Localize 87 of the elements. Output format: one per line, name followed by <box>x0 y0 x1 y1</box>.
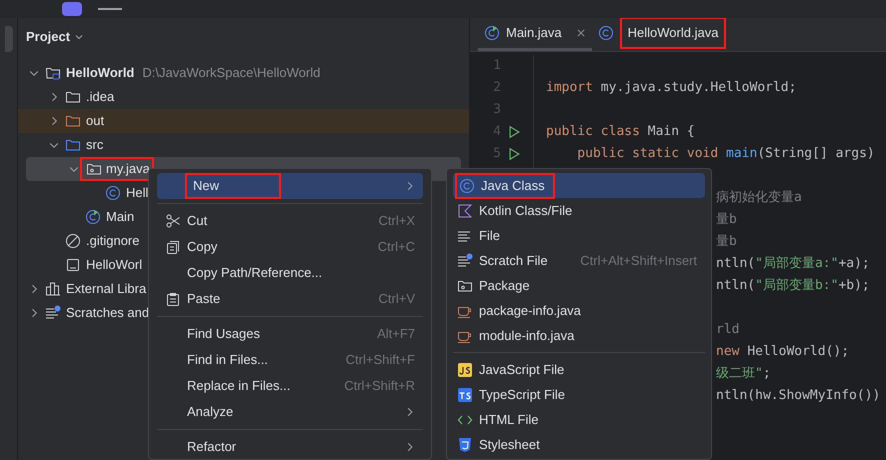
ignore-file-icon <box>65 233 81 249</box>
panel-title[interactable]: Project <box>26 27 70 47</box>
library-icon <box>45 281 61 297</box>
code-line: public static void main(String[] args) <box>576 145 875 164</box>
tree-item-label[interactable]: src <box>86 135 104 155</box>
menu-item[interactable]: Refactor <box>157 434 423 459</box>
code-line: ntln("局部变量a:"+a); <box>716 255 870 274</box>
module-folder-icon <box>45 65 61 81</box>
folder-icon <box>65 137 81 153</box>
code-line: new HelloWorld(); <box>716 343 850 362</box>
menu-item[interactable]: Analyze <box>157 399 423 425</box>
tree-item-label[interactable]: Scratches and <box>66 303 150 323</box>
highlight-box: HelloWorld.java <box>620 18 726 49</box>
shortcut-label: Alt+F7 <box>377 325 415 344</box>
menu-item[interactable]: Paste Ctrl+V <box>157 286 423 312</box>
tab-label: Main.java <box>506 24 562 42</box>
kotlin-icon <box>457 202 473 218</box>
menu-item[interactable]: Stylesheet <box>453 432 705 457</box>
menu-item[interactable]: JavaScript File <box>453 357 705 382</box>
menu-item[interactable]: Replace in Files... Ctrl+Shift+R <box>157 373 423 399</box>
tree-row[interactable]: out <box>18 109 469 133</box>
css-file-icon <box>457 436 473 452</box>
code-line: ntln("局部变量b:"+b); <box>716 277 870 296</box>
logo-icon <box>62 2 82 16</box>
code-comment: rld <box>716 321 740 340</box>
scissors-icon <box>165 213 181 229</box>
menu-item[interactable]: HTML File <box>453 407 705 432</box>
shortcut-label: Ctrl+X <box>378 212 415 230</box>
tree-item-label[interactable]: out <box>86 111 104 131</box>
js-file-icon <box>457 362 473 378</box>
chevron-down-icon[interactable] <box>74 32 84 42</box>
copy-icon <box>165 239 181 255</box>
tree-item-label[interactable]: my.java <box>106 159 150 179</box>
code-line: import my.java.study.HelloWorld; <box>546 79 796 98</box>
menu-item[interactable]: File <box>453 223 705 248</box>
menu-item[interactable]: Find Usages Alt+F7 <box>157 321 423 347</box>
shortcut-label: Ctrl+V <box>378 290 415 308</box>
menu-item[interactable]: TypeScript File <box>453 382 705 407</box>
tree-item-label[interactable]: Hell <box>126 183 148 203</box>
scratch-lines-icon <box>45 305 61 321</box>
shortcut-label: Ctrl+Shift+F <box>346 351 415 370</box>
tree-item-label[interactable]: .gitignore <box>86 231 140 251</box>
menu-item[interactable]: Cut Ctrl+X <box>157 208 423 234</box>
menu-item[interactable]: New <box>157 173 423 199</box>
close-icon[interactable] <box>576 28 586 38</box>
shortcut-label: Ctrl+Alt+Shift+Insert <box>580 252 697 270</box>
menu-item[interactable]: Java Class <box>453 173 705 198</box>
class-icon <box>598 25 614 41</box>
tree-item-label[interactable]: Main <box>106 207 134 227</box>
path-label: D:\JavaWorkSpace\HelloWorld <box>142 64 320 82</box>
clipboard-icon <box>165 291 181 307</box>
code-line: public class Main { <box>546 123 695 142</box>
package-icon <box>86 161 102 177</box>
menu-item[interactable]: Scratch File Ctrl+Alt+Shift+Insert <box>453 248 705 273</box>
highlight-box: New <box>185 173 282 199</box>
menu-item[interactable]: Kotlin Class/File <box>453 198 705 223</box>
scratch-lines-icon <box>457 252 473 268</box>
class-icon <box>105 185 121 201</box>
code-line: 级二班"; <box>716 365 771 384</box>
run-icon[interactable] <box>507 147 521 161</box>
code-comment: 量b <box>716 211 737 230</box>
folder-icon <box>65 89 81 105</box>
shortcut-label: Ctrl+Shift+R <box>344 377 415 396</box>
class-icon <box>459 178 475 194</box>
run-icon[interactable] <box>507 125 521 139</box>
menu-item[interactable]: Find in Files... Ctrl+Shift+F <box>157 347 423 373</box>
shortcut-label: Ctrl+C <box>378 238 415 256</box>
tree-item-label[interactable]: HelloWorl <box>86 255 142 275</box>
menu-item[interactable]: Copy Ctrl+C <box>157 234 423 260</box>
class-run-icon <box>484 25 500 41</box>
editor-tab[interactable]: HelloWorld.java <box>592 18 732 51</box>
code-comment: 量b <box>716 233 737 252</box>
code-comment: 病初始化变量a <box>716 189 802 208</box>
highlight-box: Java Class <box>455 172 555 198</box>
code-line: ntln(hw.ShowMyInfo()) <box>716 387 880 406</box>
ts-file-icon <box>457 386 473 402</box>
menu-item[interactable]: Package <box>453 273 705 298</box>
tree-item-label[interactable]: HelloWorld <box>66 63 134 83</box>
class-run-icon <box>85 209 101 225</box>
tree-item-label[interactable]: External Libra <box>66 279 146 299</box>
folder-icon <box>65 113 81 129</box>
file-icon <box>65 257 81 273</box>
menu-item[interactable]: module-info.java <box>453 323 705 348</box>
tree-item-label[interactable]: .idea <box>86 87 114 107</box>
menu-item[interactable]: package-info.java <box>453 298 705 323</box>
editor-tab[interactable]: Main.java <box>478 18 592 51</box>
menu-item[interactable]: Copy Path/Reference... <box>157 260 423 286</box>
